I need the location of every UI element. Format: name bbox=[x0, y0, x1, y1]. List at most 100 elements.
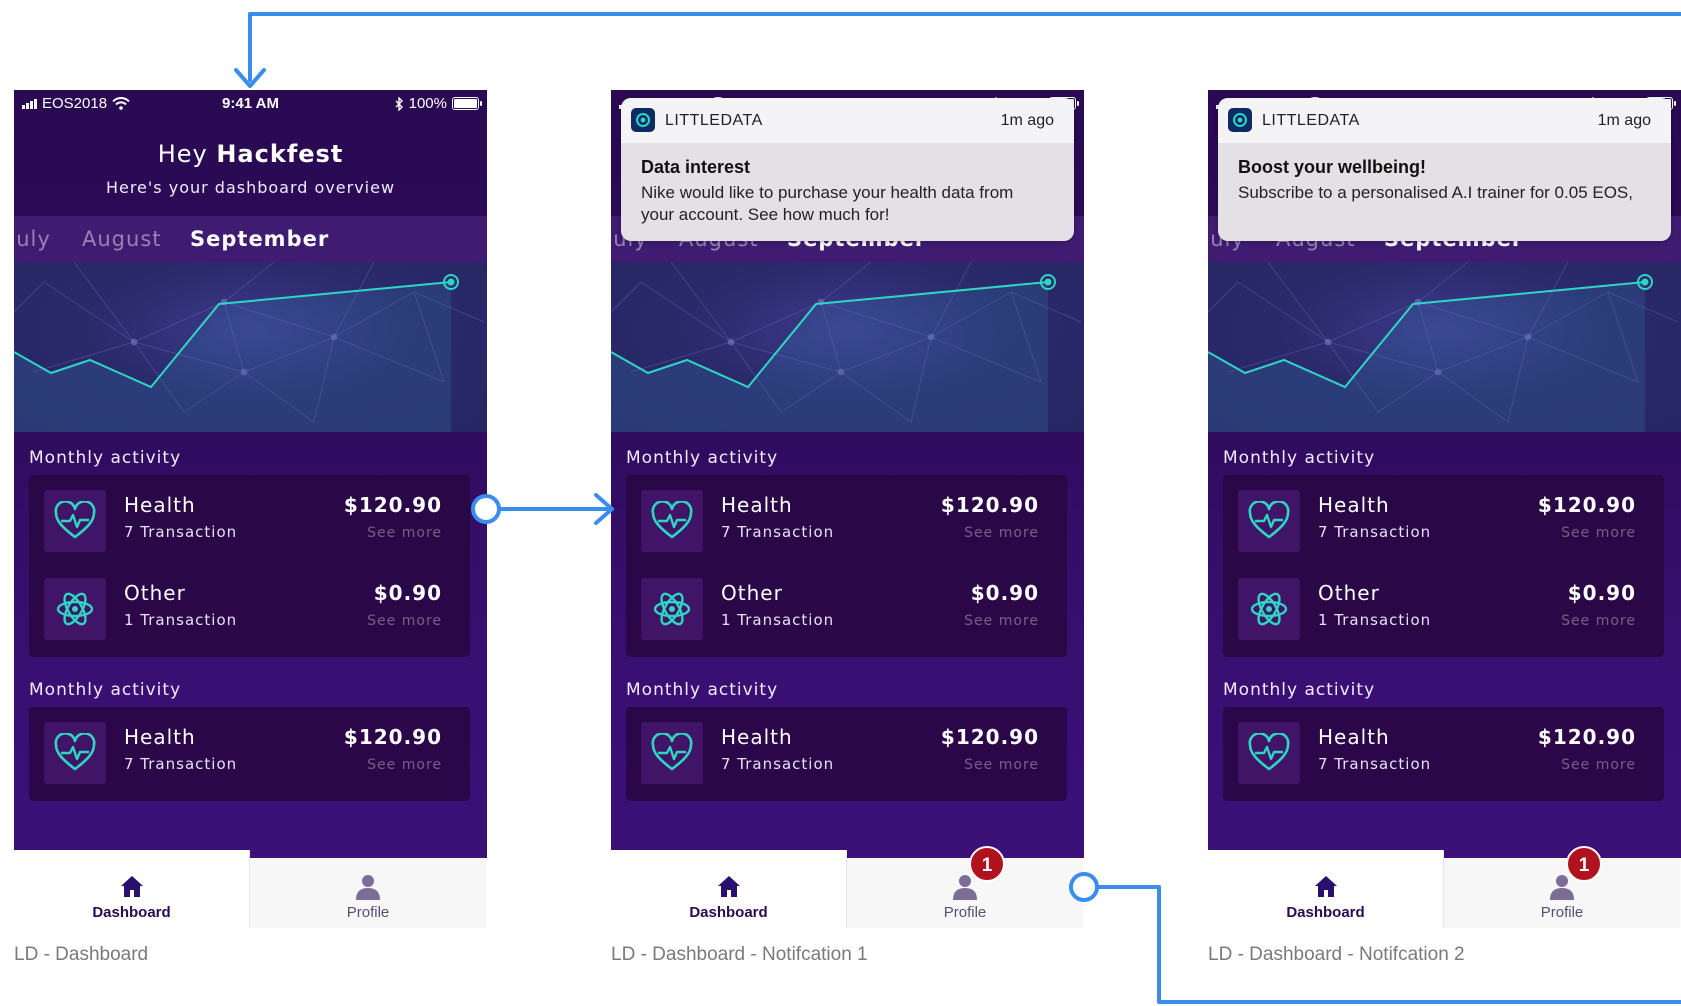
notification-time: 1m ago bbox=[1597, 112, 1651, 129]
row-label: Health bbox=[124, 493, 196, 517]
activity-row-other[interactable]: Other 1 Transaction $0.90 See more bbox=[626, 563, 1067, 647]
see-more-link[interactable]: See more bbox=[964, 525, 1039, 541]
activity-row-health[interactable]: Health 7 Transaction $120.90 See more bbox=[1223, 707, 1664, 791]
section-title-monthly-activity: Monthly activity bbox=[29, 680, 182, 700]
battery-percent: 100% bbox=[408, 95, 447, 112]
row-label: Health bbox=[721, 493, 793, 517]
littledata-app-icon bbox=[1228, 108, 1252, 132]
row-amount: $0.90 bbox=[970, 581, 1039, 605]
row-label: Other bbox=[1318, 581, 1380, 605]
month-tab-august[interactable]: August bbox=[82, 227, 162, 251]
see-more-link[interactable]: See more bbox=[1561, 525, 1636, 541]
notification-header: LITTLEDATA 1m ago bbox=[1218, 98, 1671, 143]
row-transaction-count: 1 Transaction bbox=[124, 611, 238, 629]
row-transaction-count: 7 Transaction bbox=[721, 755, 835, 773]
section-title-monthly-activity: Monthly activity bbox=[626, 680, 779, 700]
screen-caption: LD - Dashboard - Notifcation 1 bbox=[611, 944, 868, 965]
screen-caption: LD - Dashboard bbox=[14, 944, 149, 965]
notification-time: 1m ago bbox=[1000, 112, 1054, 129]
atom-icon bbox=[1238, 578, 1300, 640]
heart-pulse-icon bbox=[1238, 722, 1300, 784]
connector-health-arrowhead bbox=[594, 493, 614, 525]
heart-pulse-icon bbox=[641, 490, 703, 552]
activity-row-health[interactable]: Health 7 Transaction $120.90 See more bbox=[1223, 475, 1664, 559]
activity-row-other[interactable]: Other 1 Transaction $0.90 See more bbox=[1223, 563, 1664, 647]
battery-info: 100% bbox=[395, 95, 482, 112]
connector-top-arrowhead bbox=[234, 68, 266, 88]
notification-badge: 1 bbox=[969, 846, 1005, 882]
month-tab-september[interactable]: September bbox=[190, 227, 329, 251]
row-transaction-count: 7 Transaction bbox=[1318, 523, 1432, 541]
section-title-monthly-activity: Monthly activity bbox=[1223, 680, 1376, 700]
heart-pulse-icon bbox=[44, 490, 106, 552]
row-label: Other bbox=[721, 581, 783, 605]
atom-icon bbox=[641, 578, 703, 640]
activity-row-other[interactable]: Other 1 Transaction $0.90 See more bbox=[29, 563, 470, 647]
row-transaction-count: 1 Transaction bbox=[721, 611, 835, 629]
activity-chart bbox=[611, 262, 1084, 432]
tab-dashboard[interactable]: Dashboard bbox=[611, 850, 847, 928]
phone-screen: EOS2018 9:41 AM 100% Hey Hackfest Here's… bbox=[14, 90, 487, 928]
see-more-link[interactable]: See more bbox=[367, 757, 442, 773]
activity-card: Health 7 Transaction $120.90 See more Ot… bbox=[626, 475, 1067, 657]
tab-dashboard[interactable]: Dashboard bbox=[1208, 850, 1444, 928]
row-amount: $0.90 bbox=[1567, 581, 1636, 605]
tab-profile[interactable]: Profile bbox=[250, 858, 486, 928]
activity-chart bbox=[1208, 262, 1681, 432]
row-transaction-count: 7 Transaction bbox=[124, 523, 238, 541]
see-more-link[interactable]: See more bbox=[964, 613, 1039, 629]
see-more-link[interactable]: See more bbox=[367, 525, 442, 541]
tab-bar: Dashboard Profile bbox=[14, 850, 487, 928]
activity-chart-svg bbox=[611, 262, 1082, 432]
prototype-canvas: EOS2018 9:41 AM 100% Hey Hackfest Here's… bbox=[0, 0, 1681, 1006]
row-amount: $120.90 bbox=[343, 493, 442, 517]
row-amount: $0.90 bbox=[373, 581, 442, 605]
section-title-monthly-activity: Monthly activity bbox=[1223, 448, 1376, 468]
greeting-subtitle: Here's your dashboard overview bbox=[105, 178, 396, 197]
tab-bar: Dashboard Profile 1 bbox=[611, 846, 1084, 928]
activity-row-health[interactable]: Health 7 Transaction $120.90 See more bbox=[29, 475, 470, 559]
see-more-link[interactable]: See more bbox=[1561, 613, 1636, 629]
notification-app-name: LITTLEDATA bbox=[665, 112, 763, 129]
see-more-link[interactable]: See more bbox=[964, 757, 1039, 773]
month-selector: July August September bbox=[14, 216, 487, 262]
notification-badge: 1 bbox=[1566, 846, 1602, 882]
row-transaction-count: 1 Transaction bbox=[1318, 611, 1432, 629]
screen-caption: LD - Dashboard - Notifcation 2 bbox=[1208, 944, 1465, 965]
row-transaction-count: 7 Transaction bbox=[124, 755, 238, 773]
activity-row-health[interactable]: Health 7 Transaction $120.90 See more bbox=[626, 475, 1067, 559]
phone-screen: EOS2018 9:41 AM 100% Hey Hackfest Here's… bbox=[611, 90, 1084, 928]
person-icon bbox=[356, 875, 380, 900]
row-transaction-count: 7 Transaction bbox=[721, 523, 835, 541]
tab-profile[interactable]: Profile 1 bbox=[1444, 846, 1680, 928]
row-amount: $120.90 bbox=[940, 725, 1039, 749]
activity-card: Health 7 Transaction $120.90 See more bbox=[626, 707, 1067, 801]
tab-dashboard-label: Dashboard bbox=[92, 904, 171, 921]
notification-body: Subscribe to a personalised A.I trainer … bbox=[1238, 183, 1633, 202]
month-tab-july[interactable]: July bbox=[14, 227, 51, 251]
push-notification[interactable]: LITTLEDATA 1m ago Data interest Nike wou… bbox=[621, 98, 1074, 241]
tab-bar: Dashboard Profile 1 bbox=[1208, 846, 1681, 928]
activity-chart-svg bbox=[1208, 262, 1679, 432]
push-notification[interactable]: LITTLEDATA 1m ago Boost your wellbeing! … bbox=[1218, 98, 1671, 241]
see-more-link[interactable]: See more bbox=[1561, 757, 1636, 773]
greeting-name: Hackfest bbox=[216, 140, 344, 168]
see-more-link[interactable]: See more bbox=[367, 613, 442, 629]
activity-chart-svg bbox=[14, 262, 485, 432]
tab-dashboard[interactable]: Dashboard bbox=[14, 850, 250, 928]
chart-fill bbox=[611, 282, 1048, 432]
battery-icon bbox=[452, 97, 482, 110]
activity-card: Health 7 Transaction $120.90 See more bbox=[1223, 707, 1664, 801]
home-icon bbox=[717, 876, 740, 897]
row-amount: $120.90 bbox=[1537, 725, 1636, 749]
activity-card: Health 7 Transaction $120.90 See more Ot… bbox=[29, 475, 470, 657]
bluetooth-icon bbox=[395, 96, 403, 111]
tab-profile[interactable]: Profile 1 bbox=[847, 846, 1083, 928]
atom-icon bbox=[44, 578, 106, 640]
person-icon bbox=[953, 875, 977, 900]
tab-profile-label: Profile bbox=[346, 904, 390, 921]
activity-row-health[interactable]: Health 7 Transaction $120.90 See more bbox=[626, 707, 1067, 791]
row-label: Health bbox=[721, 725, 793, 749]
row-label: Health bbox=[124, 725, 196, 749]
activity-row-health[interactable]: Health 7 Transaction $120.90 See more bbox=[29, 707, 470, 791]
